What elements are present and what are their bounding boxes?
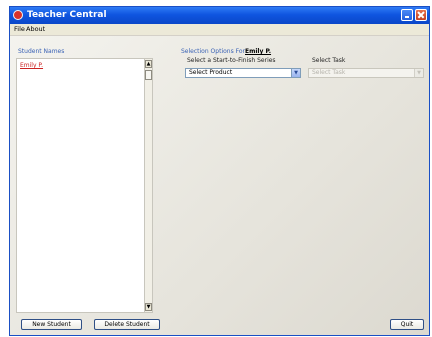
minimize-button[interactable]	[401, 9, 413, 21]
main-content: Student Names Emily P. ▲ ▼ Selection Opt…	[10, 36, 429, 335]
app-window: Teacher Central File About Student Names…	[9, 6, 430, 336]
menu-bar: File About	[10, 24, 429, 36]
menu-file[interactable]: File	[14, 24, 25, 35]
student-names-header: Student Names	[18, 48, 65, 55]
student-list[interactable]: Emily P.	[16, 58, 149, 313]
scroll-down-icon[interactable]: ▼	[145, 303, 152, 311]
close-button[interactable]	[415, 9, 427, 21]
task-dropdown: Select Task ▼	[308, 68, 424, 78]
selection-options-label: Selection Options For:	[181, 48, 247, 55]
app-icon	[13, 10, 23, 20]
quit-button[interactable]: Quit	[390, 319, 424, 330]
scroll-thumb[interactable]	[145, 70, 152, 80]
task-dropdown-value: Select Task	[312, 69, 346, 76]
chevron-down-icon: ▼	[414, 69, 423, 77]
title-bar[interactable]: Teacher Central	[10, 7, 429, 24]
product-dropdown-value: Select Product	[189, 69, 233, 76]
selected-student-name: Emily P.	[245, 48, 272, 55]
window-title: Teacher Central	[27, 10, 107, 20]
student-list-scrollbar[interactable]: ▲ ▼	[144, 58, 153, 313]
product-dropdown[interactable]: Select Product ▼	[185, 68, 301, 78]
task-label: Select Task	[312, 57, 346, 64]
scroll-up-icon[interactable]: ▲	[145, 60, 152, 68]
delete-student-button[interactable]: Delete Student	[94, 319, 160, 330]
menu-about[interactable]: About	[26, 24, 45, 35]
chevron-down-icon[interactable]: ▼	[291, 69, 300, 77]
series-label: Select a Start-to-Finish Series	[187, 57, 276, 64]
student-item[interactable]: Emily P.	[20, 62, 43, 69]
new-student-button[interactable]: New Student	[21, 319, 82, 330]
